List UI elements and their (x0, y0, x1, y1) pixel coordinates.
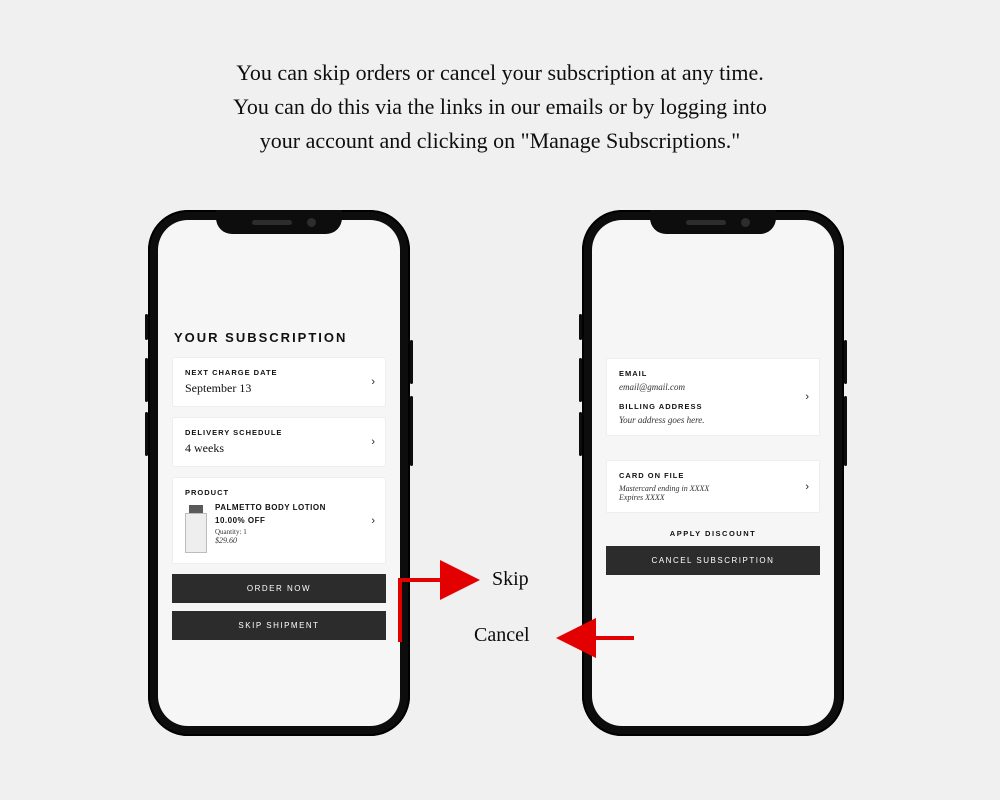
instruction-line-1: You can skip orders or cancel your subsc… (236, 60, 763, 85)
chevron-right-icon: › (371, 515, 375, 527)
email-label: EMAIL (619, 369, 807, 378)
email-billing-card[interactable]: EMAIL email@gmail.com BILLING ADDRESS Yo… (606, 358, 820, 436)
phone-frame-right: EMAIL email@gmail.com BILLING ADDRESS Yo… (582, 210, 844, 736)
product-card[interactable]: PRODUCT PALMETTO BODY LOTION 10.00% OFF … (172, 477, 386, 564)
product-price: $29.60 (215, 536, 326, 545)
phone-side-button (579, 314, 582, 340)
product-label: PRODUCT (185, 488, 373, 497)
product-quantity: Quantity: 1 (215, 528, 326, 536)
card-masked: Mastercard ending in XXXX (619, 484, 807, 493)
phone-side-button (579, 412, 582, 456)
chevron-right-icon: › (371, 376, 375, 388)
phone-side-button (145, 412, 148, 456)
billing-address-label: BILLING ADDRESS (619, 402, 807, 411)
annotation-cancel: Cancel (474, 624, 530, 647)
phone-screen-right: EMAIL email@gmail.com BILLING ADDRESS Yo… (592, 220, 834, 726)
delivery-schedule-label: DELIVERY SCHEDULE (185, 428, 373, 437)
phone-side-button (579, 358, 582, 402)
phone-screen-left: YOUR SUBSCRIPTION NEXT CHARGE DATE Septe… (158, 220, 400, 726)
page-title: YOUR SUBSCRIPTION (174, 330, 384, 345)
card-expiry: Expires XXXX (619, 493, 807, 502)
next-charge-label: NEXT CHARGE DATE (185, 368, 373, 377)
chevron-right-icon: › (805, 481, 809, 493)
skip-arrow-icon (400, 580, 476, 642)
instruction-text: You can skip orders or cancel your subsc… (0, 0, 1000, 158)
instruction-line-3: your account and clicking on "Manage Sub… (260, 128, 740, 153)
email-value: email@gmail.com (619, 382, 807, 392)
delivery-schedule-card[interactable]: DELIVERY SCHEDULE 4 weeks › (172, 417, 386, 467)
card-on-file-label: CARD ON FILE (619, 471, 807, 480)
annotation-skip: Skip (492, 568, 529, 591)
phone-notch (650, 210, 776, 234)
phone-side-button (145, 314, 148, 340)
phone-side-button (410, 396, 413, 466)
next-charge-card[interactable]: NEXT CHARGE DATE September 13 › (172, 357, 386, 407)
product-name: PALMETTO BODY LOTION (215, 503, 326, 513)
cancel-subscription-button[interactable]: CANCEL SUBSCRIPTION (606, 546, 820, 575)
billing-address-value: Your address goes here. (619, 415, 807, 425)
chevron-right-icon: › (371, 436, 375, 448)
order-now-button[interactable]: ORDER NOW (172, 574, 386, 603)
product-discount: 10.00% OFF (215, 516, 326, 525)
card-on-file-card[interactable]: CARD ON FILE Mastercard ending in XXXX E… (606, 460, 820, 513)
skip-shipment-button[interactable]: SKIP SHIPMENT (172, 611, 386, 640)
phone-side-button (844, 396, 847, 466)
phone-side-button (844, 340, 847, 384)
phone-side-button (145, 358, 148, 402)
delivery-schedule-value: 4 weeks (185, 441, 373, 456)
phone-notch (216, 210, 342, 234)
phone-side-button (410, 340, 413, 384)
phone-frame-left: YOUR SUBSCRIPTION NEXT CHARGE DATE Septe… (148, 210, 410, 736)
product-thumbnail (185, 505, 207, 553)
chevron-right-icon: › (805, 391, 809, 403)
stage: YOUR SUBSCRIPTION NEXT CHARGE DATE Septe… (0, 210, 1000, 785)
next-charge-value: September 13 (185, 381, 373, 396)
apply-discount-link[interactable]: APPLY DISCOUNT (606, 529, 820, 538)
instruction-line-2: You can do this via the links in our ema… (233, 94, 767, 119)
